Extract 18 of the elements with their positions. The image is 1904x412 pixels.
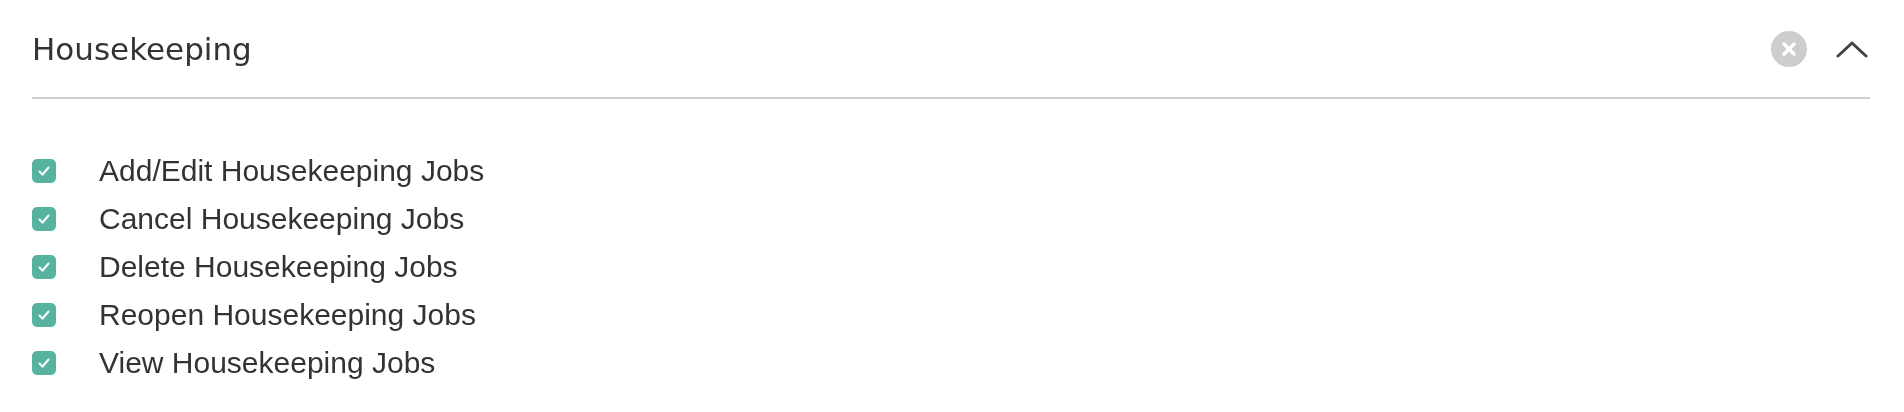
checkbox[interactable]: [32, 255, 56, 279]
permission-label: Add/Edit Housekeeping Jobs: [99, 154, 485, 188]
close-icon: [1781, 40, 1797, 57]
clear-button[interactable]: [1771, 30, 1807, 67]
check-icon: [37, 213, 51, 225]
checkbox[interactable]: [32, 303, 56, 327]
checkbox[interactable]: [32, 351, 56, 375]
permission-label: Cancel Housekeeping Jobs: [99, 202, 465, 236]
permission-label: Reopen Housekeeping Jobs: [99, 298, 476, 332]
checkbox[interactable]: [32, 159, 56, 183]
checkbox[interactable]: [32, 207, 56, 231]
permission-label: Delete Housekeeping Jobs: [99, 250, 458, 284]
check-icon: [37, 309, 51, 321]
check-icon: [37, 261, 51, 273]
check-icon: [37, 357, 51, 369]
permission-label: View Housekeeping Jobs: [99, 346, 436, 380]
check-icon: [37, 165, 51, 177]
section-title: Housekeeping: [32, 30, 253, 67]
